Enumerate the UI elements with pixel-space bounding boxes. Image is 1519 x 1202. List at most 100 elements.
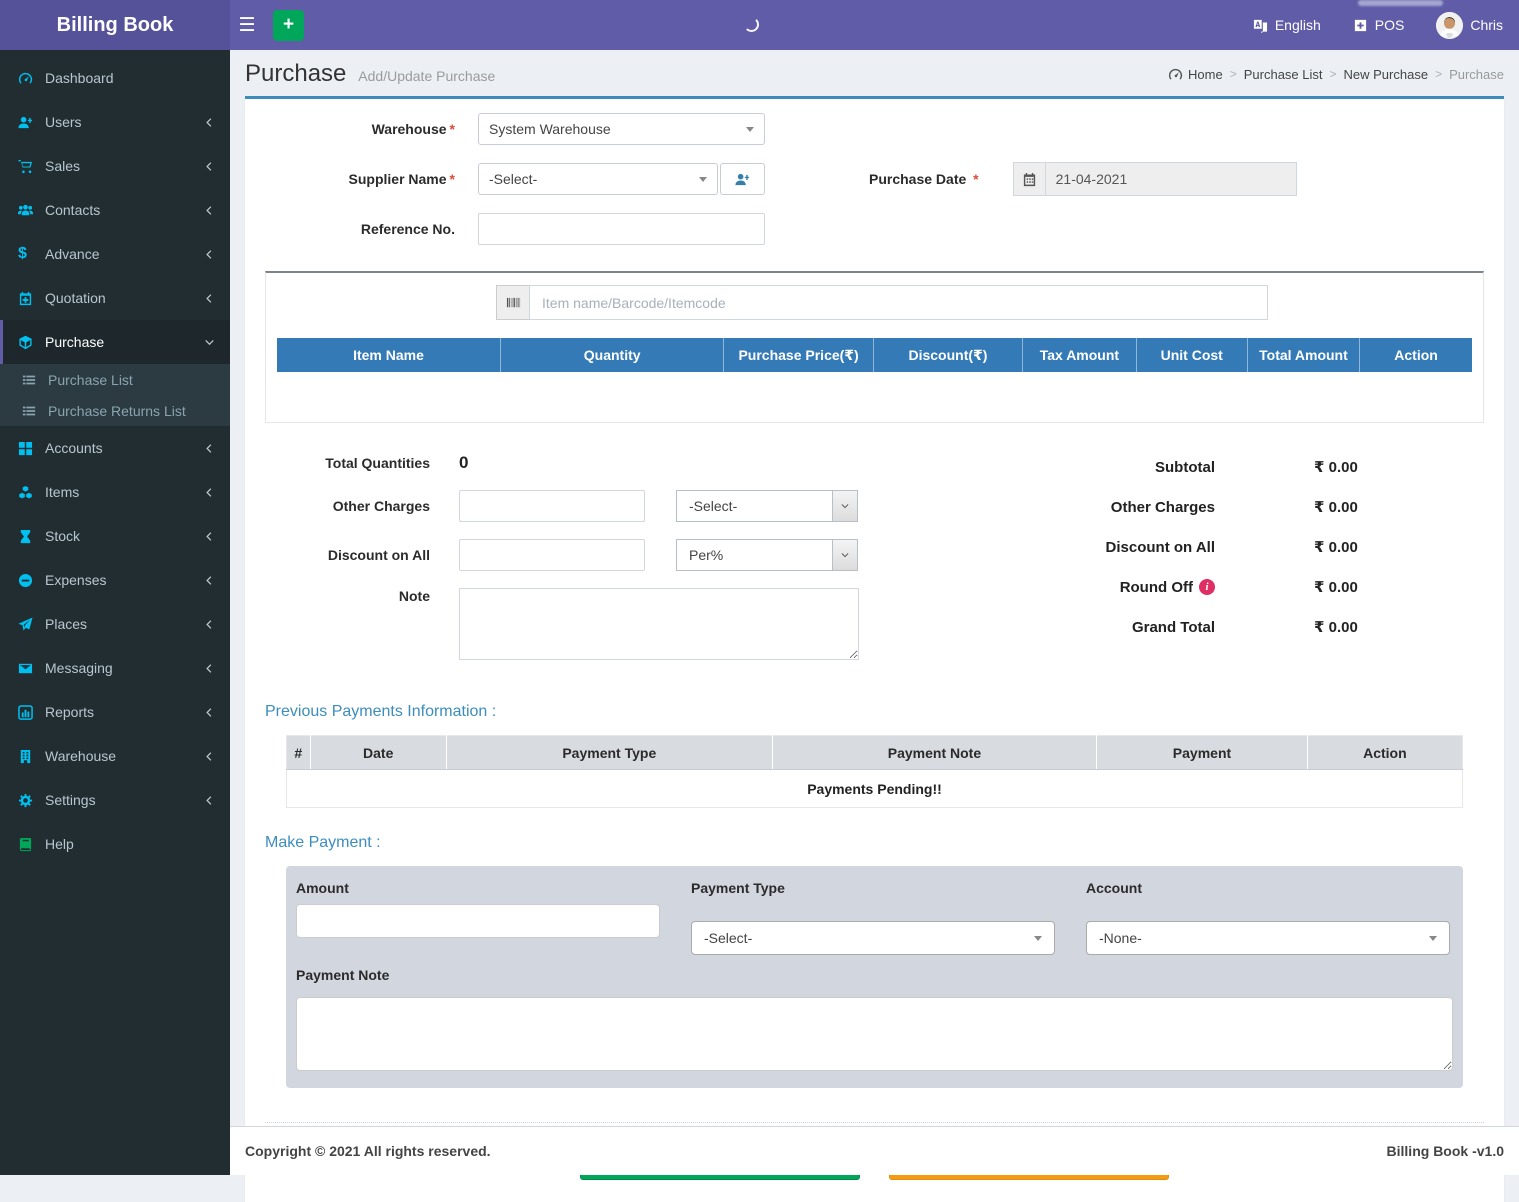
pos-label: POS bbox=[1374, 17, 1405, 33]
calendar-icon[interactable] bbox=[1012, 162, 1046, 196]
book-icon bbox=[18, 837, 45, 852]
discount-type-select[interactable]: Per% bbox=[676, 539, 858, 571]
plus-square-icon bbox=[1353, 18, 1368, 33]
breadcrumb-separator: > bbox=[1435, 67, 1443, 81]
breadcrumb-separator: > bbox=[1329, 67, 1337, 81]
dollar-icon: $ bbox=[18, 245, 27, 262]
sidebar-item-reports[interactable]: Reports bbox=[0, 690, 230, 734]
top-navbar: Billing Book ☰ + English POS Chris bbox=[0, 0, 1519, 50]
items-col-total-amount: Total Amount bbox=[1246, 338, 1360, 372]
quick-add-button[interactable]: + bbox=[273, 9, 304, 41]
chevron-left-icon bbox=[204, 707, 215, 718]
sidebar-item-settings[interactable]: Settings bbox=[0, 778, 230, 822]
sidebar-item-warehouse[interactable]: Warehouse bbox=[0, 734, 230, 778]
sidebar-item-purchase-returns-list[interactable]: Purchase Returns List bbox=[0, 395, 230, 426]
sidebar-item-stock[interactable]: Stock bbox=[0, 514, 230, 558]
summary-row-subtotal: Subtotal ₹ 0.00 bbox=[905, 455, 1484, 479]
items-col-action: Action bbox=[1359, 338, 1472, 372]
language-menu[interactable]: English bbox=[1253, 17, 1321, 33]
sidebar-item-accounts[interactable]: Accounts bbox=[0, 426, 230, 470]
add-supplier-button[interactable] bbox=[720, 163, 765, 195]
sidebar-item-messaging[interactable]: Messaging bbox=[0, 646, 230, 690]
sidebar-item-purchase[interactable]: Purchase bbox=[0, 320, 230, 364]
sidebar-item-sales[interactable]: Sales bbox=[0, 144, 230, 188]
sidebar-toggle-icon[interactable]: ☰ bbox=[230, 0, 264, 50]
chevron-left-icon bbox=[204, 663, 215, 674]
warehouse-select[interactable]: System Warehouse bbox=[478, 113, 765, 145]
chevron-left-icon bbox=[204, 205, 215, 216]
sidebar-item-expenses[interactable]: Expenses bbox=[0, 558, 230, 602]
chevron-down-icon bbox=[832, 540, 857, 570]
make-payment-panel: Amount Payment Type -Select- Account -No… bbox=[286, 866, 1463, 1088]
sidebar-item-dashboard[interactable]: Dashboard bbox=[0, 56, 230, 100]
items-col-purchase-price: Purchase Price(₹) bbox=[723, 338, 874, 372]
reference-row: Reference No. bbox=[265, 213, 1484, 245]
payments-col-action: Action bbox=[1306, 735, 1463, 770]
warehouse-label: Warehouse * bbox=[371, 121, 455, 137]
language-label: English bbox=[1274, 17, 1321, 33]
breadcrumb-item-purchase-list[interactable]: Purchase List bbox=[1244, 67, 1323, 82]
supplier-select-value: -Select- bbox=[489, 171, 538, 187]
user-menu[interactable]: Chris bbox=[1436, 11, 1503, 39]
amount-column: Amount bbox=[296, 880, 660, 955]
sidebar-item-advance[interactable]: $ Advance bbox=[0, 232, 230, 276]
chevron-left-icon bbox=[204, 161, 215, 172]
account-value: -None- bbox=[1099, 930, 1142, 946]
payments-col-payment-note: Payment Note bbox=[771, 735, 1097, 770]
pos-button[interactable]: POS bbox=[1353, 17, 1405, 33]
reference-label: Reference No. bbox=[360, 221, 455, 237]
summary-row-grand-total: Grand Total ₹ 0.00 bbox=[905, 615, 1484, 639]
total-quantities-value: 0 bbox=[459, 453, 469, 472]
account-select[interactable]: -None- bbox=[1086, 921, 1450, 955]
chevron-left-icon bbox=[204, 795, 215, 806]
discount-label: Discount on All bbox=[327, 547, 430, 563]
navbar-right: English POS Chris bbox=[1253, 11, 1519, 39]
chevron-left-icon bbox=[204, 751, 215, 762]
amount-input[interactable] bbox=[296, 904, 660, 938]
sidebar-item-contacts[interactable]: Contacts bbox=[0, 188, 230, 232]
sidebar-item-items[interactable]: Items bbox=[0, 470, 230, 514]
sidebar-menu: Dashboard Users Sales Contacts $ Advance Quota… bbox=[0, 50, 230, 1175]
discount-input[interactable] bbox=[459, 539, 645, 571]
discount-type-value: Per% bbox=[689, 547, 724, 563]
cube-icon bbox=[18, 335, 45, 350]
summary-value: ₹ 0.00 bbox=[1314, 539, 1358, 556]
sidebar-item-places[interactable]: Places bbox=[0, 602, 230, 646]
total-quantities-label: Total Quantities bbox=[325, 455, 430, 471]
payment-note-textarea[interactable] bbox=[296, 997, 1453, 1071]
sidebar-item-label: Sales bbox=[45, 158, 81, 174]
sidebar-item-label: Warehouse bbox=[45, 748, 117, 764]
payment-type-select[interactable]: -Select- bbox=[691, 921, 1055, 955]
other-charges-type-select[interactable]: -Select- bbox=[676, 490, 858, 522]
sidebar-item-label: Users bbox=[45, 114, 82, 130]
home-icon bbox=[1168, 67, 1183, 82]
other-charges-row: Other Charges -Select- bbox=[265, 490, 905, 522]
breadcrumb-separator: > bbox=[1229, 67, 1237, 81]
summary-label: Subtotal bbox=[1155, 458, 1215, 476]
reference-input[interactable] bbox=[478, 213, 765, 245]
sidebar-item-purchase-list[interactable]: Purchase List bbox=[0, 364, 230, 395]
summary-value: ₹ 0.00 bbox=[1314, 579, 1358, 596]
breadcrumb-item-new-purchase[interactable]: New Purchase bbox=[1344, 67, 1429, 82]
note-textarea[interactable] bbox=[459, 588, 859, 660]
sidebar-item-users[interactable]: Users bbox=[0, 100, 230, 144]
copyright-text: Copyright © 2021 All rights reserved. bbox=[245, 1143, 491, 1159]
sidebar-item-quotation[interactable]: Quotation bbox=[0, 276, 230, 320]
chevron-down-icon bbox=[699, 176, 707, 182]
app-brand[interactable]: Billing Book bbox=[0, 0, 230, 50]
previous-payments-table: # Date Payment Type Payment Note Payment Acti… bbox=[286, 735, 1463, 808]
info-icon[interactable]: i bbox=[1199, 579, 1215, 595]
items-col-discount: Discount(₹) bbox=[872, 338, 1023, 372]
purchase-date-input[interactable]: 21-04-2021 bbox=[1045, 162, 1297, 196]
sidebar-item-label: Messaging bbox=[45, 660, 113, 676]
breadcrumb-item-home[interactable]: Home bbox=[1168, 67, 1223, 82]
loading-spinner-icon bbox=[744, 17, 759, 32]
amount-label: Amount bbox=[296, 880, 349, 896]
sidebar-item-help[interactable]: Help bbox=[0, 822, 230, 866]
other-charges-input[interactable] bbox=[459, 490, 645, 522]
chevron-left-icon bbox=[204, 619, 215, 630]
supplier-select[interactable]: -Select- bbox=[478, 163, 718, 195]
item-search-input[interactable] bbox=[529, 285, 1268, 320]
avatar bbox=[1436, 11, 1464, 39]
main-content: Purchase Add/Update Purchase Home > Purcha… bbox=[230, 50, 1519, 1202]
